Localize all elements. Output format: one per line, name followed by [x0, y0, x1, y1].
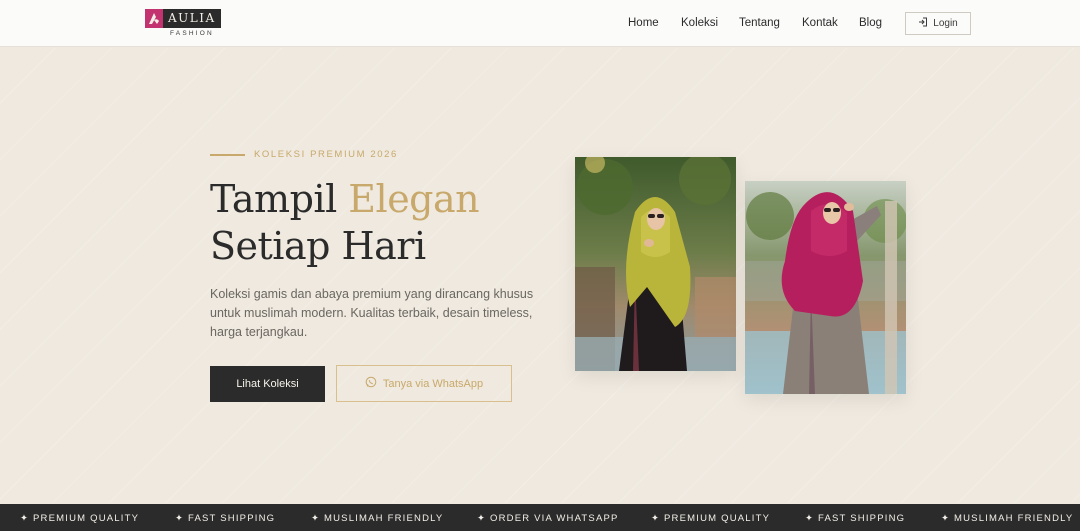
view-collection-button[interactable]: Lihat Koleksi — [210, 366, 325, 402]
marquee-item: ✦ MUSLIMAH FRIENDLY — [311, 513, 444, 524]
hero-headline: Tampil Elegan Setiap Hari — [210, 176, 480, 270]
product-photo-yellow-hijab[interactable] — [575, 157, 736, 371]
hero-background — [0, 48, 1080, 503]
logo-box: AULIA — [145, 9, 221, 28]
marquee-item: ✦ FAST SHIPPING — [805, 513, 906, 524]
nav-home[interactable]: Home — [628, 17, 659, 29]
eyebrow-line — [210, 154, 245, 156]
brand-tagline: FASHION — [170, 30, 214, 37]
hero-description: Koleksi gamis dan abaya premium yang dir… — [210, 287, 534, 339]
brand-name: AULIA — [168, 11, 216, 25]
marquee-item: ✦ ORDER VIA WHATSAPP — [477, 513, 619, 524]
site-header: AULIA FASHION Home Koleksi Tentang Konta… — [0, 0, 1080, 47]
brand-logo[interactable]: AULIA FASHION — [145, 9, 222, 39]
nav-kontak[interactable]: Kontak — [802, 17, 838, 29]
nav-koleksi[interactable]: Koleksi — [681, 17, 718, 29]
logo-mark-icon — [145, 9, 163, 28]
marquee-item: ✦ PREMIUM QUALITY — [651, 513, 771, 524]
headline-line2: Setiap Hari — [210, 224, 426, 268]
login-icon — [918, 17, 928, 30]
marquee-item: ✦ MUSLIMAH FRIENDLY — [941, 513, 1074, 524]
whatsapp-button[interactable]: Tanya via WhatsApp — [336, 365, 512, 402]
nav-blog[interactable]: Blog — [859, 17, 882, 29]
whatsapp-button-label: Tanya via WhatsApp — [382, 377, 484, 390]
headline-part1: Tampil — [210, 177, 349, 221]
headline-accent: Elegan — [348, 177, 480, 221]
product-photo-magenta-hijab[interactable] — [745, 181, 906, 394]
login-label: Login — [933, 18, 958, 29]
marquee-item: ✦ PREMIUM QUALITY — [20, 513, 140, 524]
marquee-item: ✦ FAST SHIPPING — [175, 513, 276, 524]
feature-marquee: ✦ PREMIUM QUALITY ✦ FAST SHIPPING ✦ MUSL… — [0, 504, 1080, 531]
login-button[interactable]: Login — [905, 12, 971, 35]
whatsapp-icon — [365, 376, 377, 391]
nav-tentang[interactable]: Tentang — [739, 17, 780, 29]
hero-eyebrow: KOLEKSI PREMIUM 2026 — [254, 149, 398, 160]
